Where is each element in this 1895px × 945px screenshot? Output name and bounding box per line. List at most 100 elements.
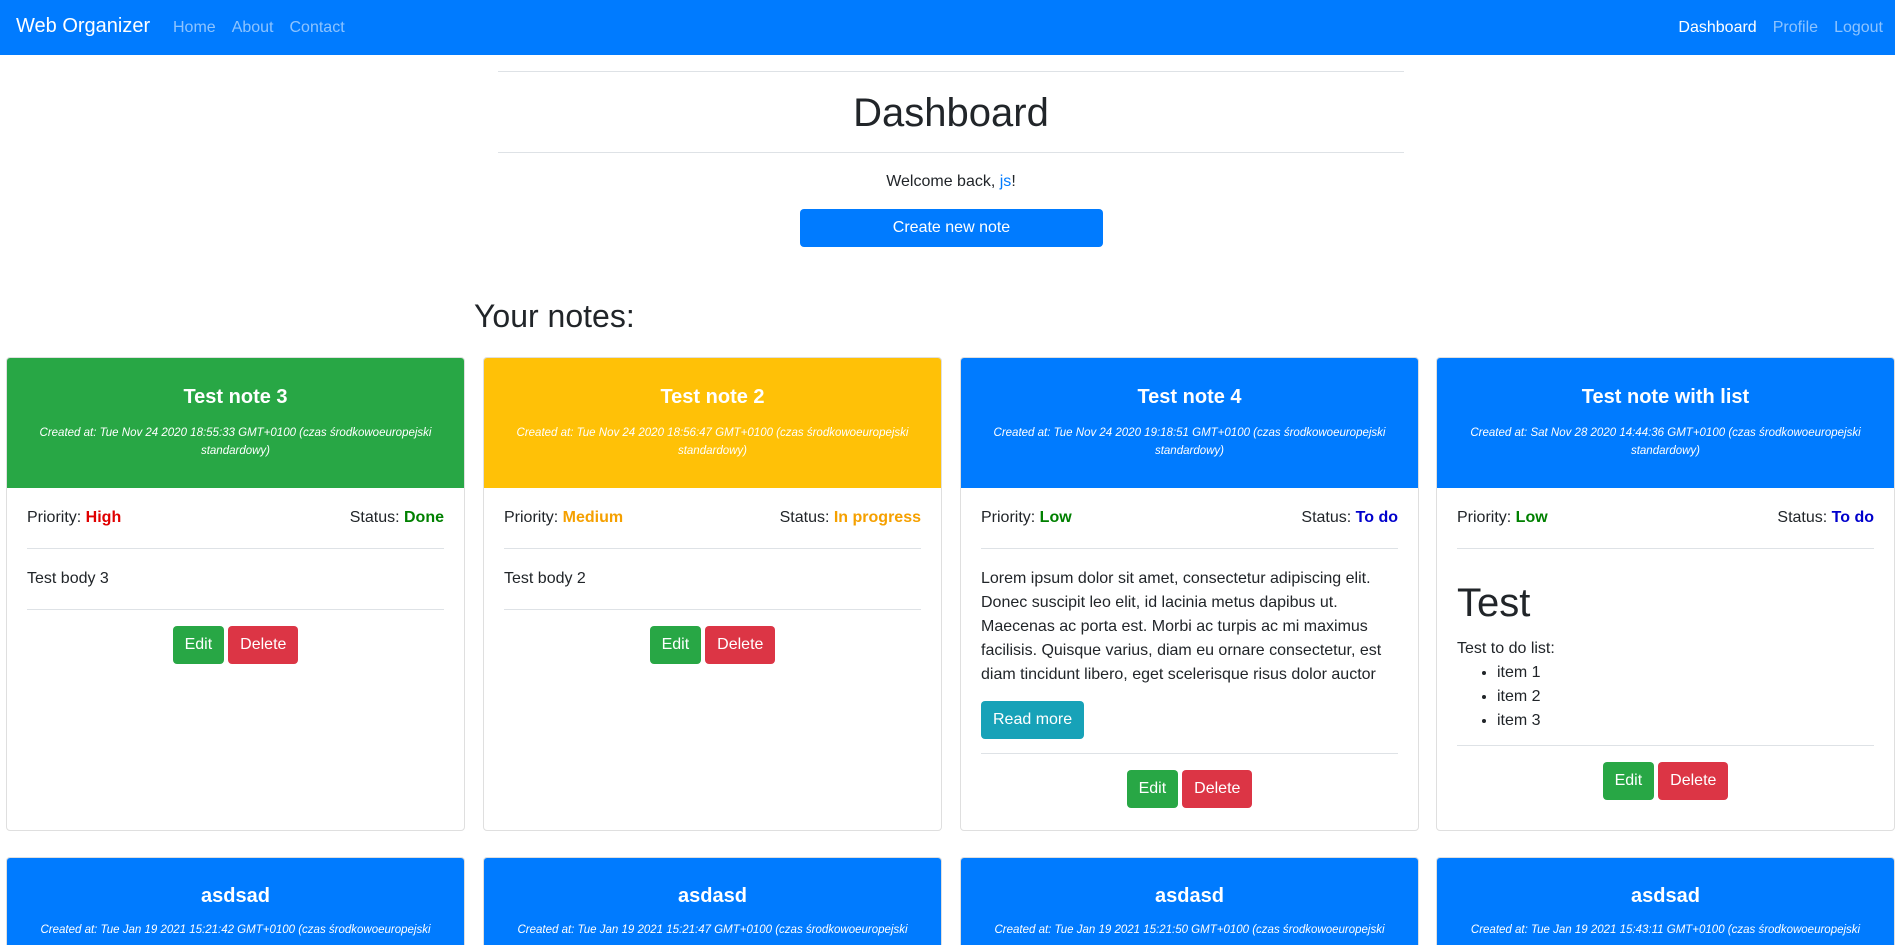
- note-title: Test note with list: [1581, 386, 1750, 408]
- priority-value: Low: [1515, 509, 1548, 526]
- welcome-suffix: !: [1011, 173, 1016, 190]
- note-card-body: Priority: High Status: Done Test body 3 …: [7, 488, 464, 664]
- title-bottom-divider: [498, 152, 1404, 153]
- note-created-date: Created at: Tue Nov 24 2020 18:56:47 GMT…: [516, 427, 909, 457]
- note-actions: Edit Delete: [504, 610, 921, 664]
- status-field: Status: To do: [1301, 509, 1398, 527]
- status-field: Status: To do: [1777, 509, 1874, 527]
- note-card-header: Test note 3 Created at: Tue Nov 24 2020 …: [7, 358, 464, 488]
- note-title: Test note 3: [183, 386, 288, 408]
- username-link[interactable]: js: [1000, 173, 1012, 190]
- status-field: Status: In progress: [780, 509, 921, 527]
- note-body-container: Lorem ipsum dolor sit amet, consectetur …: [981, 549, 1398, 754]
- note-card: Test note 4 Created at: Tue Nov 24 2020 …: [960, 357, 1419, 831]
- status-value: To do: [1831, 509, 1874, 526]
- brand-link[interactable]: Web Organizer: [16, 15, 150, 38]
- note-card-body: Priority: Medium Status: In progress Tes…: [484, 488, 941, 664]
- note-card-header: Test note 4 Created at: Tue Nov 24 2020 …: [961, 358, 1418, 488]
- status-label: Status:: [1301, 509, 1356, 526]
- note-meta-row: Priority: Medium Status: In progress: [504, 488, 921, 549]
- edit-button[interactable]: Edit: [1126, 770, 1179, 808]
- notes-heading: Your notes:: [474, 298, 635, 334]
- note-card: Test note 3 Created at: Tue Nov 24 2020 …: [6, 357, 465, 831]
- priority-value: Low: [1039, 509, 1072, 526]
- note-actions: Edit Delete: [1457, 746, 1874, 800]
- note-card: asdasd Created at: Tue Jan 19 2021 15:21…: [960, 857, 1419, 945]
- note-actions: Edit Delete: [981, 754, 1398, 808]
- note-body: Lorem ipsum dolor sit amet, consectetur …: [981, 570, 1382, 683]
- note-card: asdsad Created at: Tue Jan 19 2021 15:43…: [1436, 857, 1895, 945]
- priority-label: Priority:: [504, 509, 563, 526]
- priority-field: Priority: Low: [981, 509, 1072, 527]
- priority-field: Priority: Low: [1457, 509, 1548, 527]
- note-card-body: Priority: Low Status: To do Lorem ipsum …: [961, 488, 1418, 808]
- todo-list-item: item 2: [1497, 685, 1874, 709]
- note-created-date: Created at: Tue Jan 19 2021 15:21:42 GMT…: [40, 924, 431, 936]
- nav-left: Home About Contact: [173, 19, 345, 37]
- note-meta-row: Priority: Low Status: To do: [1457, 488, 1874, 549]
- note-title: asdasd: [1155, 885, 1224, 907]
- delete-button[interactable]: Delete: [1658, 762, 1729, 800]
- priority-value: High: [85, 509, 122, 526]
- edit-button[interactable]: Edit: [649, 626, 702, 664]
- delete-button[interactable]: Delete: [228, 626, 299, 664]
- note-card-header: asdsad Created at: Tue Jan 19 2021 15:43…: [1437, 858, 1894, 945]
- note-created-date: Created at: Tue Nov 24 2020 18:55:33 GMT…: [39, 427, 432, 457]
- edit-button[interactable]: Edit: [1602, 762, 1655, 800]
- note-actions: Edit Delete: [27, 610, 444, 664]
- nav-about-link[interactable]: About: [232, 19, 274, 37]
- priority-field: Priority: High: [27, 509, 121, 527]
- status-label: Status:: [779, 509, 834, 526]
- priority-label: Priority:: [27, 509, 86, 526]
- page-title: Dashboard: [853, 91, 1049, 135]
- welcome-message: Welcome back, js!: [498, 172, 1404, 192]
- priority-value: Medium: [562, 509, 624, 526]
- welcome-prefix: Welcome back,: [886, 173, 1000, 190]
- nav-profile-link[interactable]: Profile: [1773, 19, 1818, 37]
- status-value: Done: [404, 509, 444, 526]
- note-title: Test note 2: [660, 386, 765, 408]
- note-card-header: Test note 2 Created at: Tue Nov 24 2020 …: [484, 358, 941, 488]
- note-created-date: Created at: Tue Jan 19 2021 15:21:50 GMT…: [994, 924, 1385, 936]
- note-card: Test note 2 Created at: Tue Nov 24 2020 …: [483, 357, 942, 831]
- todo-list: item 1 item 2 item 3: [1457, 661, 1874, 733]
- note-title: asdsad: [1631, 885, 1700, 907]
- priority-label: Priority:: [981, 509, 1040, 526]
- nav-dashboard-link[interactable]: Dashboard: [1678, 19, 1756, 37]
- todo-list-item: item 3: [1497, 709, 1874, 733]
- note-card: asdsad Created at: Tue Jan 19 2021 15:21…: [6, 857, 465, 945]
- note-card: asdasd Created at: Tue Jan 19 2021 15:21…: [483, 857, 942, 945]
- title-top-divider: [498, 71, 1404, 72]
- note-created-date: Created at: Tue Jan 19 2021 15:21:47 GMT…: [517, 924, 908, 936]
- status-label: Status:: [1777, 509, 1832, 526]
- create-note-button[interactable]: Create new note: [800, 209, 1103, 247]
- note-card-header: asdasd Created at: Tue Jan 19 2021 15:21…: [484, 858, 941, 945]
- note-title: asdsad: [201, 885, 270, 907]
- edit-button[interactable]: Edit: [172, 626, 225, 664]
- note-body: Test body 2: [504, 549, 921, 610]
- status-label: Status:: [349, 509, 404, 526]
- delete-button[interactable]: Delete: [1182, 770, 1253, 808]
- note-meta-row: Priority: High Status: Done: [27, 488, 444, 549]
- priority-label: Priority:: [1457, 509, 1516, 526]
- nav-logout-link[interactable]: Logout: [1834, 19, 1883, 37]
- note-body-container: Test Test to do list: item 1 item 2 item…: [1457, 549, 1874, 746]
- note-card-header: asdasd Created at: Tue Jan 19 2021 15:21…: [961, 858, 1418, 945]
- note-title: Test note 4: [1137, 386, 1242, 408]
- status-value: To do: [1355, 509, 1398, 526]
- status-field: Status: Done: [350, 509, 444, 527]
- status-value: In progress: [833, 509, 921, 526]
- note-body-heading: Test: [1457, 581, 1531, 625]
- note-body: Test body 3: [27, 549, 444, 610]
- note-title: asdasd: [678, 885, 747, 907]
- nav-home-link[interactable]: Home: [173, 19, 216, 37]
- nav-right: Dashboard Profile Logout: [1678, 19, 1883, 37]
- note-card-body: Priority: Low Status: To do Test Test to…: [1437, 488, 1894, 800]
- delete-button[interactable]: Delete: [705, 626, 776, 664]
- note-body-intro: Test to do list:: [1457, 640, 1555, 657]
- priority-field: Priority: Medium: [504, 509, 623, 527]
- nav-contact-link[interactable]: Contact: [290, 19, 345, 37]
- note-created-date: Created at: Tue Jan 19 2021 15:43:11 GMT…: [1470, 924, 1861, 936]
- read-more-button[interactable]: Read more: [981, 701, 1085, 739]
- note-card-header: asdsad Created at: Tue Jan 19 2021 15:21…: [7, 858, 464, 945]
